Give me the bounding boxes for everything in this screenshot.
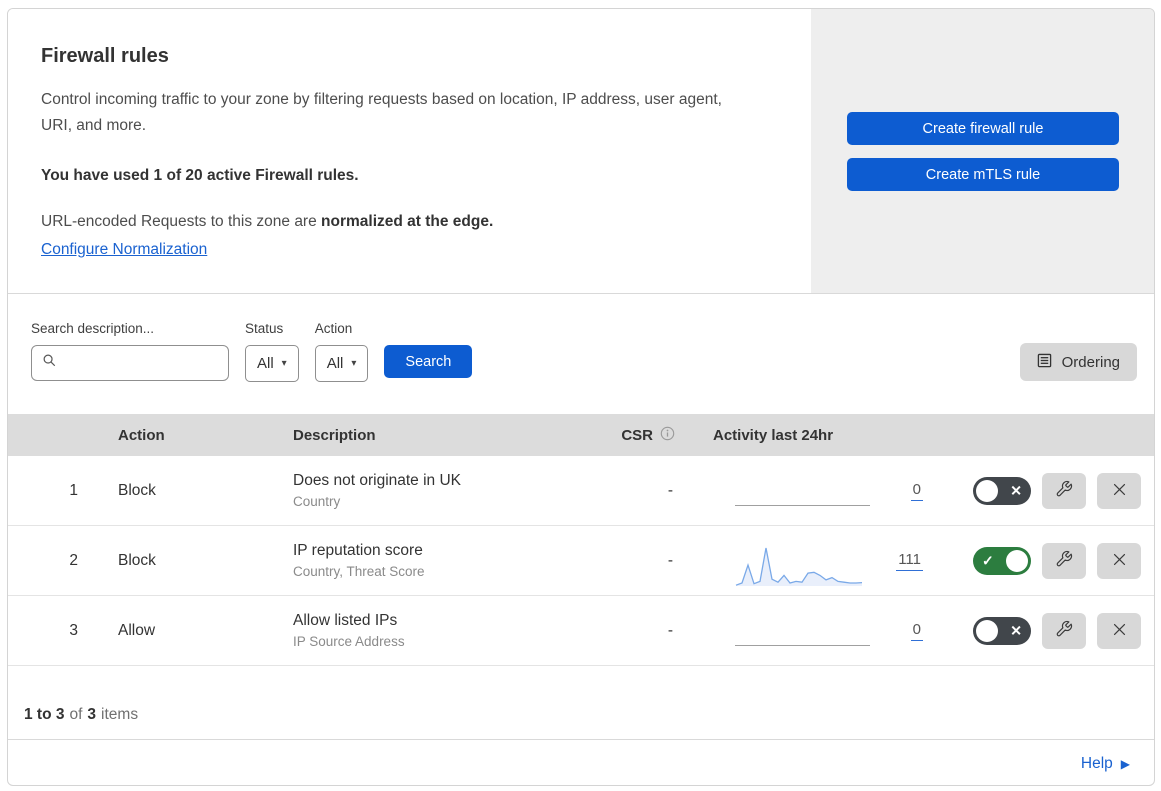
rule-activity-cell: 111 (693, 526, 943, 595)
rule-priority: 2 (69, 551, 78, 569)
toggle-knob (976, 619, 998, 642)
delete-rule-button[interactable] (1097, 542, 1141, 579)
wrench-icon (1055, 550, 1073, 571)
search-icon (42, 353, 57, 373)
rule-csr: - (667, 481, 673, 499)
range-label: 1 to 3 (24, 706, 65, 723)
x-icon: ✕ (1010, 622, 1022, 639)
page-title: Firewall rules (41, 45, 169, 67)
activity-sparkline (735, 596, 870, 665)
action-label: Action (314, 321, 353, 336)
activity-count-link[interactable]: 0 (910, 481, 923, 501)
actions-panel: Create firewall rule Create mTLS rule (811, 9, 1154, 293)
activity-count-link[interactable]: 111 (896, 551, 923, 571)
status-select-value: All (257, 355, 274, 372)
action-select-value: All (326, 355, 344, 372)
search-input[interactable] (64, 355, 245, 371)
status-label: Status (245, 321, 284, 336)
pagination-summary: 1 to 3 of 3 items (24, 706, 139, 723)
search-label: Search description... (31, 321, 155, 336)
header-text-block: Firewall rules Control incoming traffic … (8, 9, 811, 293)
close-icon (1111, 551, 1128, 571)
rule-csr: - (667, 621, 673, 639)
action-filter-group: Action All ▾ (314, 321, 369, 382)
list-icon (1037, 353, 1052, 372)
x-icon: ✕ (1010, 482, 1022, 499)
wrench-icon (1055, 620, 1073, 641)
close-icon (1111, 621, 1128, 641)
rule-description-cell: IP reputation score Country, Threat Scor… (273, 542, 583, 579)
rule-controls: ✓ ✕ (943, 472, 1154, 509)
action-select[interactable]: All ▾ (314, 345, 369, 382)
check-icon: ✓ (982, 552, 994, 569)
action-column-header: Action (118, 426, 165, 444)
rule-fields: Country (293, 494, 341, 509)
rule-action: Allow (118, 621, 156, 639)
status-filter-group: Status All ▾ (245, 321, 299, 382)
toggle-knob (1006, 549, 1028, 572)
rule-activity-cell: 0 (693, 596, 943, 665)
firewall-rules-panel: Firewall rules Control incoming traffic … (7, 8, 1155, 786)
usage-summary: You have used 1 of 20 active Firewall ru… (41, 167, 359, 184)
edit-rule-button[interactable] (1042, 612, 1086, 649)
table-row: 1 Block Does not originate in UK Country… (8, 456, 1154, 526)
rule-fields: Country, Threat Score (293, 564, 425, 579)
description-column-header: Description (293, 426, 376, 444)
rule-priority: 3 (69, 621, 78, 639)
rule-action: Block (118, 551, 156, 569)
rule-enabled-toggle[interactable]: ✓ ✕ (973, 476, 1031, 505)
create-firewall-rule-button[interactable]: Create firewall rule (847, 112, 1119, 145)
activity-column-header: Activity last 24hr (713, 426, 834, 444)
activity-count-link[interactable]: 0 (910, 621, 923, 641)
table-header-row: Action Description CSR Activity last 24h… (8, 414, 1154, 456)
rule-description: Allow listed IPs (293, 612, 398, 629)
table-row: 3 Allow Allow listed IPs IP Source Addre… (8, 596, 1154, 666)
ordering-button[interactable]: Ordering (1019, 343, 1137, 381)
rule-description: IP reputation score (293, 542, 423, 559)
edit-rule-button[interactable] (1042, 472, 1086, 509)
header-section: Firewall rules Control incoming traffic … (8, 9, 1154, 294)
rule-description: Does not originate in UK (293, 472, 462, 489)
csr-column-header: CSR (583, 426, 693, 445)
delete-rule-button[interactable] (1097, 612, 1141, 649)
rule-action: Block (118, 481, 156, 499)
rule-description-cell: Does not originate in UK Country (273, 472, 583, 509)
rule-description-cell: Allow listed IPs IP Source Address (273, 612, 583, 649)
normalization-note: URL-encoded Requests to this zone are no… (41, 213, 494, 230)
help-link[interactable]: Help ▶ (1081, 755, 1130, 773)
activity-sparkline (735, 456, 870, 525)
chevron-down-icon: ▾ (351, 358, 357, 369)
info-icon[interactable] (660, 426, 675, 445)
create-mtls-rule-button[interactable]: Create mTLS rule (847, 158, 1119, 191)
activity-sparkline (735, 526, 870, 595)
search-group: Search description... (31, 321, 245, 381)
ordering-button-label: Ordering (1061, 353, 1120, 371)
wrench-icon (1055, 480, 1073, 501)
rule-priority: 1 (69, 481, 78, 499)
rule-controls: ✓ ✕ (943, 612, 1154, 649)
close-icon (1111, 481, 1128, 501)
rule-enabled-toggle[interactable]: ✓ ✕ (973, 546, 1031, 575)
total-count: 3 (87, 706, 97, 723)
rule-controls: ✓ ✕ (943, 542, 1154, 579)
help-bar: Help ▶ (8, 739, 1154, 785)
status-select[interactable]: All ▾ (245, 345, 299, 382)
page-description: Control incoming traffic to your zone by… (41, 91, 722, 134)
search-box[interactable] (31, 345, 245, 381)
rule-enabled-toggle[interactable]: ✓ ✕ (973, 616, 1031, 645)
edit-rule-button[interactable] (1042, 542, 1086, 579)
configure-normalization-link[interactable]: Configure Normalization (41, 241, 207, 259)
toggle-knob (976, 479, 998, 502)
delete-rule-button[interactable] (1097, 472, 1141, 509)
rule-csr: - (667, 551, 673, 569)
filter-bar: Search description... Status All ▾ Actio… (8, 294, 1154, 414)
arrow-right-icon: ▶ (1120, 756, 1130, 771)
rule-activity-cell: 0 (693, 456, 943, 525)
search-button[interactable]: Search (384, 345, 473, 378)
table-row: 2 Block IP reputation score Country, Thr… (8, 526, 1154, 596)
rule-fields: IP Source Address (293, 634, 405, 649)
chevron-down-icon: ▾ (281, 358, 287, 369)
